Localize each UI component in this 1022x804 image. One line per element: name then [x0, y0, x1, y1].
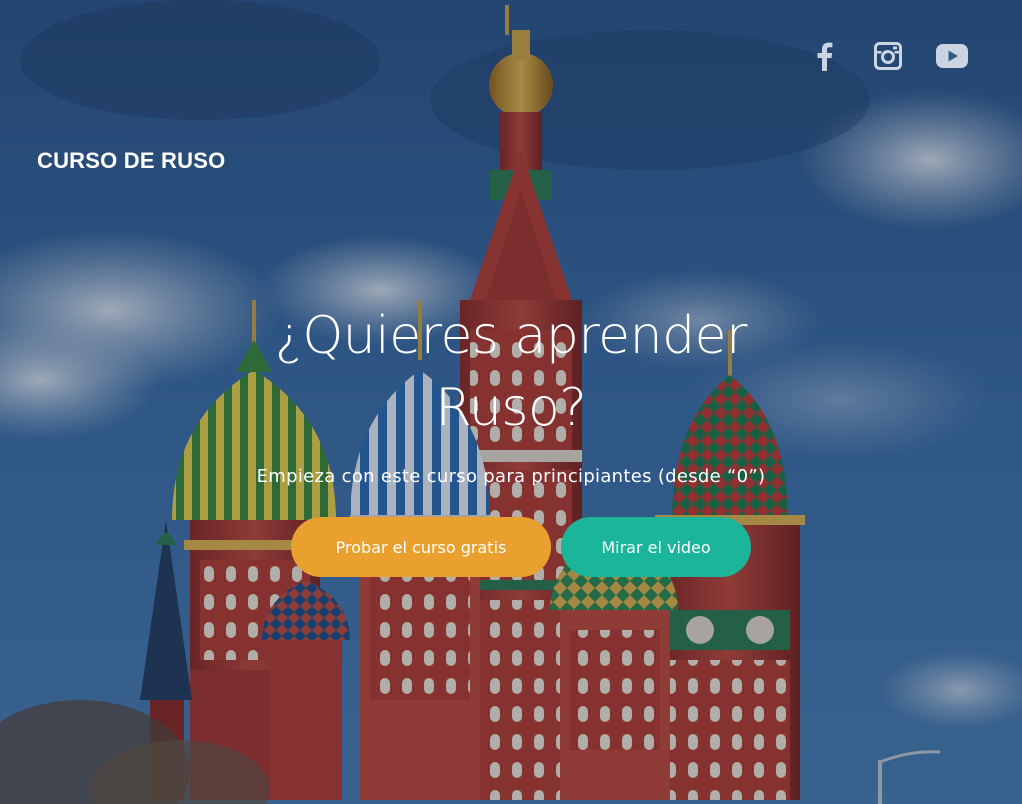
facebook-icon [817, 42, 833, 71]
cta-buttons: Probar el curso gratis Mirar el video [0, 517, 1022, 577]
instagram-icon [874, 42, 902, 70]
hero-content: ¿Quieres aprender Ruso? Empieza con este… [0, 300, 1022, 577]
site-logo[interactable]: CURSO DE RUSO [37, 148, 225, 174]
facebook-link[interactable] [806, 38, 842, 74]
try-free-course-button[interactable]: Probar el curso gratis [291, 517, 551, 577]
instagram-link[interactable] [870, 38, 906, 74]
watch-video-button[interactable]: Mirar el video [561, 517, 751, 577]
social-links [806, 38, 970, 74]
hero-subheadline: Empieza con este curso para principiante… [256, 466, 766, 487]
youtube-link[interactable] [934, 38, 970, 74]
youtube-icon [936, 44, 968, 68]
hero-headline: ¿Quieres aprender Ruso? [275, 306, 748, 438]
